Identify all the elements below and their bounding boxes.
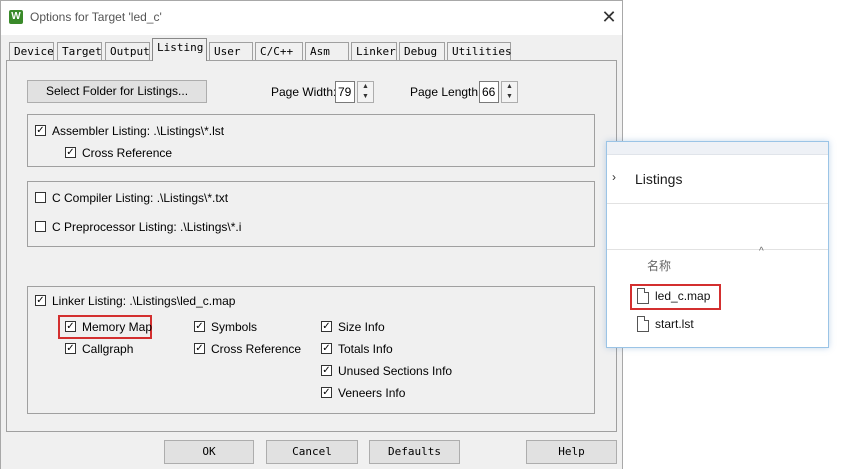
file-explorer-panel: › Listings ^ 名称 led_c.map start.lst [606,141,829,348]
tab-utilities[interactable]: Utilities [447,42,512,60]
cross-reference-label: Cross Reference [82,146,173,160]
divider [607,249,828,250]
checkbox-box[interactable]: ✓ [65,147,76,158]
close-icon[interactable]: ✕ [599,7,619,27]
tab-device[interactable]: Device [9,42,54,60]
explorer-top-strip [607,142,828,155]
checkbox-box[interactable] [35,221,46,232]
symbols-label: Symbols [211,320,258,334]
checkbox-box[interactable]: ✓ [321,365,332,376]
defaults-button[interactable]: Defaults [369,440,460,464]
tab-target[interactable]: Target [57,42,102,60]
totals-info-label: Totals Info [338,342,393,356]
page-length-label: Page Length: [410,85,482,99]
c-compiler-listing-label: C Compiler Listing: .\Listings\*.txt [52,191,229,205]
sort-caret-icon[interactable]: ^ [759,246,764,257]
spin-down-icon[interactable]: ▼ [502,92,517,102]
select-folder-button[interactable]: Select Folder for Listings... [27,80,207,103]
unused-sections-info-label: Unused Sections Info [338,364,453,378]
tab-debug[interactable]: Debug [399,42,445,60]
callgraph-label: Callgraph [82,342,134,356]
tab-user[interactable]: User [209,42,253,60]
file-icon [637,316,649,332]
divider [607,203,828,204]
ok-button[interactable]: OK [164,440,254,464]
tab-asm[interactable]: Asm [305,42,349,60]
page-width-input[interactable]: 79 [335,81,355,103]
checkbox-box[interactable] [35,192,46,203]
size-info-label: Size Info [338,320,385,334]
c-preprocessor-listing-label: C Preprocessor Listing: .\Listings\*.i [52,220,242,234]
checkbox-box[interactable]: ✓ [194,343,205,354]
checkbox-box[interactable]: ✓ [35,125,46,136]
page-width-label: Page Width: [271,85,337,99]
tab-linker[interactable]: Linker [351,42,397,60]
linker-cross-reference-label: Cross Reference [211,342,302,356]
keil-app-icon: W [9,10,23,24]
cancel-button[interactable]: Cancel [266,440,358,464]
checkbox-box[interactable]: ✓ [65,321,76,332]
help-button[interactable]: Help [526,440,617,464]
name-column-header[interactable]: 名称 [647,257,671,274]
tab-cpp[interactable]: C/C++ [255,42,303,60]
file-icon [637,288,649,304]
options-dialog: W Options for Target 'led_c' ✕ Device Ta… [0,0,623,469]
page-length-input[interactable]: 66 [479,81,499,103]
checkbox-box[interactable]: ✓ [35,295,46,306]
checkbox-box[interactable]: ✓ [321,343,332,354]
tab-listing[interactable]: Listing [152,38,207,61]
tab-output[interactable]: Output [105,42,150,60]
tab-strip: Device Target Output Listing User C/C++ … [1,38,622,61]
checkbox-box[interactable]: ✓ [321,387,332,398]
file-name: led_c.map [655,289,711,303]
chevron-right-icon[interactable]: › [612,170,616,184]
assembler-listing-label: Assembler Listing: .\Listings\*.lst [52,124,225,138]
spin-down-icon[interactable]: ▼ [358,92,373,102]
page-width-spin-buttons[interactable]: ▲ ▼ [357,81,374,103]
title-bar: W Options for Target 'led_c' ✕ [1,1,622,35]
spin-up-icon[interactable]: ▲ [502,82,517,92]
checkbox-box[interactable]: ✓ [65,343,76,354]
checkbox-box[interactable]: ✓ [321,321,332,332]
spin-up-icon[interactable]: ▲ [358,82,373,92]
page-length-spin-buttons[interactable]: ▲ ▼ [501,81,518,103]
checkbox-box[interactable]: ✓ [194,321,205,332]
veneers-info-label: Veneers Info [338,386,406,400]
linker-listing-label: Linker Listing: .\Listings\led_c.map [52,294,236,308]
dialog-title: Options for Target 'led_c' [30,10,162,24]
memory-map-label: Memory Map [82,320,153,334]
folder-breadcrumb[interactable]: Listings [635,171,682,187]
file-name: start.lst [655,317,694,331]
